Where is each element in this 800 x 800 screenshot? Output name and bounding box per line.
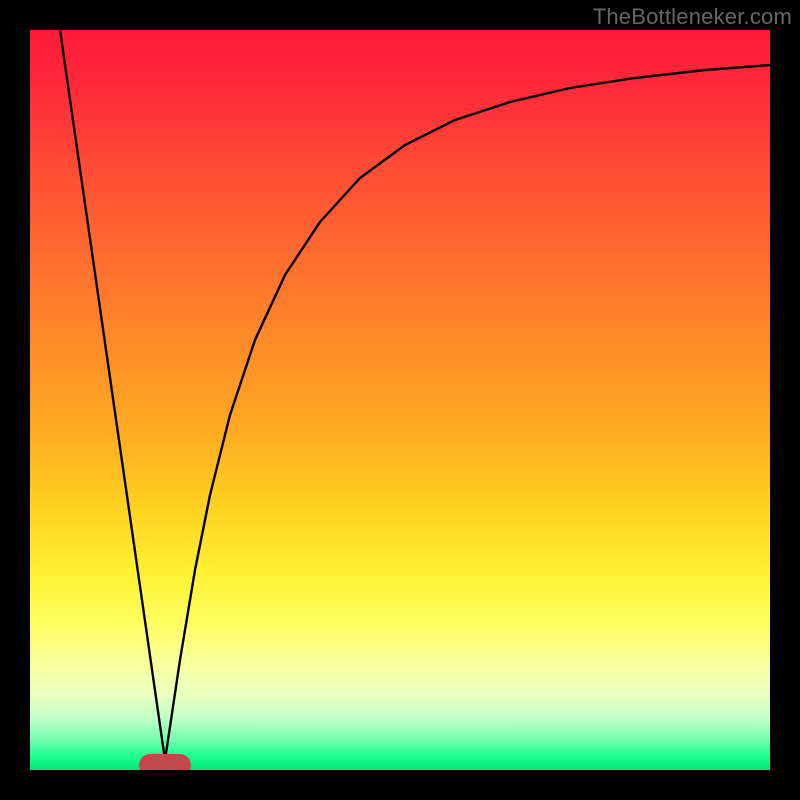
plot-area [30, 30, 770, 770]
chart-frame: TheBottleneker.com [0, 0, 800, 800]
watermark-text: TheBottleneker.com [593, 4, 792, 30]
curve-left-branch [60, 30, 165, 760]
chart-svg [30, 30, 770, 770]
curve-right-branch [165, 65, 770, 760]
marker-pill [139, 754, 191, 770]
